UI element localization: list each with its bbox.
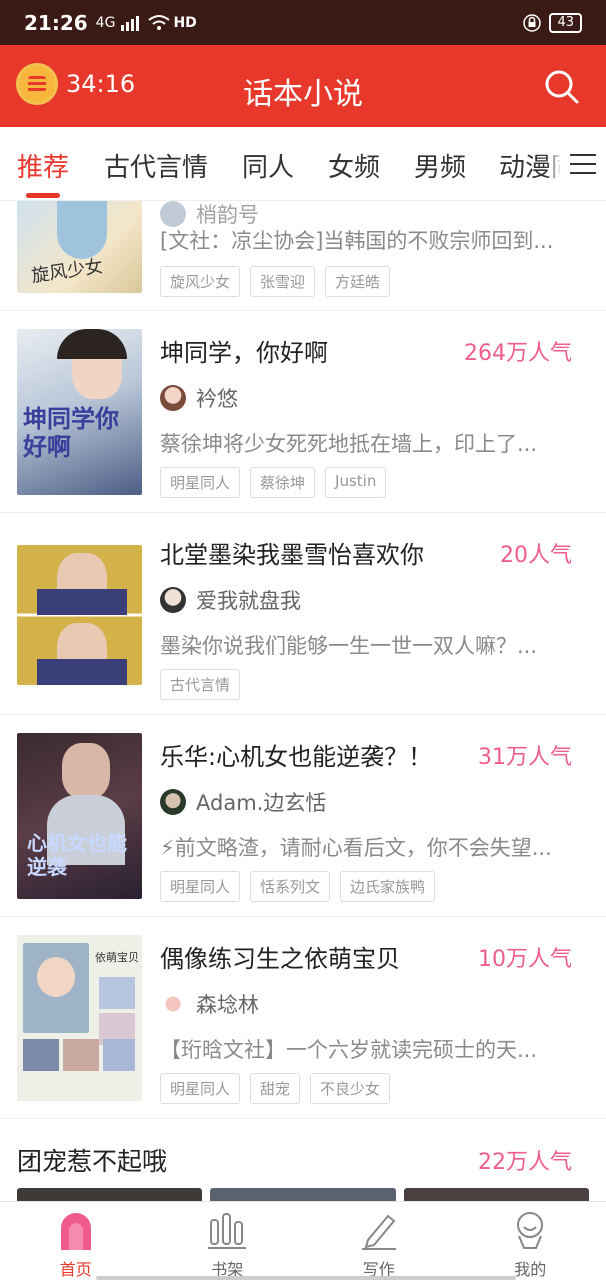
book-title[interactable]: 偶像练习生之依萌宝贝 bbox=[160, 939, 400, 974]
nav-home[interactable]: 首页 bbox=[0, 1202, 152, 1280]
book-author[interactable]: 森埝林 bbox=[160, 989, 259, 1019]
book-title[interactable]: 坤同学，你好啊 bbox=[160, 333, 328, 368]
book-popularity: 20人气 bbox=[500, 543, 572, 568]
category-tabs: 推荐 古代言情 同人 女频 男频 动漫同 bbox=[0, 127, 606, 201]
book-cover: 坤同学你好啊 bbox=[17, 329, 142, 495]
book-tags: 明星同人 恬系列文 边氏家族鸭 bbox=[160, 871, 436, 902]
tab-active-indicator bbox=[26, 193, 60, 198]
book-author[interactable]: 爱我就盘我 bbox=[160, 585, 301, 615]
bottom-nav: 首页 书架 写作 我的 bbox=[0, 1201, 606, 1280]
book-cover: 心机女也能逆袭 bbox=[17, 733, 142, 899]
nav-bookshelf[interactable]: 书架 bbox=[152, 1202, 304, 1280]
book-tags: 旋风少女 张雪迎 方廷皓 bbox=[160, 266, 391, 297]
app-title: 话本小说 bbox=[243, 77, 363, 112]
home-icon bbox=[60, 1213, 91, 1250]
author-avatar bbox=[160, 201, 186, 227]
book-tag[interactable]: 恬系列文 bbox=[250, 871, 331, 902]
book-tag[interactable]: 不良少女 bbox=[310, 1073, 391, 1104]
book-desc: 【珩晗文社】一个六岁就读完硕士的天... bbox=[160, 1038, 538, 1062]
signal-icon bbox=[121, 15, 140, 31]
featured-row[interactable]: 团宠惹不起哦 22万人气 bbox=[0, 1120, 606, 1208]
search-button[interactable] bbox=[542, 67, 582, 107]
book-tag[interactable]: 边氏家族鸭 bbox=[340, 871, 436, 902]
list-item[interactable]: 坤同学你好啊 坤同学，你好啊 264万人气 衿悠 蔡徐坤将少女死死地抵在墙上，印… bbox=[0, 311, 606, 513]
book-tag[interactable]: 旋风少女 bbox=[160, 266, 241, 297]
tab-female[interactable]: 女频 bbox=[328, 147, 380, 184]
book-cover: 旋风少女 bbox=[17, 201, 142, 293]
battery-indicator: 43 bbox=[549, 12, 582, 33]
book-tag[interactable]: 明星同人 bbox=[160, 467, 241, 498]
wifi-icon bbox=[148, 14, 171, 30]
search-icon bbox=[545, 70, 579, 104]
book-tag[interactable]: 甜宠 bbox=[250, 1073, 301, 1104]
book-author[interactable]: Adam.边玄恬 bbox=[160, 787, 326, 817]
book-tag[interactable]: Justin bbox=[325, 467, 387, 498]
book-cover bbox=[17, 545, 142, 685]
tabs-menu-button[interactable] bbox=[560, 127, 606, 200]
bookshelf-icon bbox=[208, 1213, 247, 1249]
book-desc: [文社：凉尘协会]当韩国的不败宗师回到... bbox=[160, 229, 554, 253]
author-avatar bbox=[160, 385, 186, 411]
book-title[interactable]: 乐华:心机女也能逆袭？！ bbox=[160, 737, 432, 772]
book-tags: 明星同人 甜宠 不良少女 bbox=[160, 1073, 391, 1104]
app-header: 34:16 话本小说 bbox=[0, 45, 606, 127]
book-tags: 明星同人 蔡徐坤 Justin bbox=[160, 467, 387, 498]
book-tag[interactable]: 张雪迎 bbox=[250, 266, 316, 297]
tab-fanfic[interactable]: 同人 bbox=[242, 147, 294, 184]
book-popularity: 264万人气 bbox=[464, 341, 572, 366]
list-item[interactable]: 依萌宝贝 偶像练习生之依萌宝贝 10万人气 森埝林 【珩晗文社】一个六岁就读完硕… bbox=[0, 917, 606, 1119]
nav-profile[interactable]: 我的 bbox=[455, 1202, 606, 1280]
tab-ancient-romance[interactable]: 古代言情 bbox=[104, 147, 208, 184]
book-list: 旋风少女 梢韵号 [文社：凉尘协会]当韩国的不败宗师回到... 旋风少女 张雪迎… bbox=[0, 201, 606, 1201]
book-popularity: 10万人气 bbox=[478, 947, 572, 972]
book-popularity: 31万人气 bbox=[478, 745, 572, 770]
profile-icon bbox=[517, 1212, 544, 1249]
tab-male[interactable]: 男频 bbox=[414, 147, 466, 184]
pencil-icon bbox=[361, 1214, 396, 1250]
book-title[interactable]: 北堂墨染我墨雪怡喜欢你 bbox=[160, 535, 424, 570]
lock-icon bbox=[523, 13, 542, 32]
book-tags: 古代言情 bbox=[160, 669, 241, 700]
nav-write[interactable]: 写作 bbox=[303, 1202, 455, 1280]
status-bar: 21:26 4G HD 43 bbox=[0, 0, 606, 45]
featured-popularity: 22万人气 bbox=[478, 1150, 572, 1175]
book-cover: 依萌宝贝 bbox=[17, 935, 142, 1101]
book-tag[interactable]: 方廷皓 bbox=[325, 266, 391, 297]
featured-title: 团宠惹不起哦 bbox=[17, 1147, 168, 1176]
list-item[interactable]: 北堂墨染我墨雪怡喜欢你 20人气 爱我就盘我 墨染你说我们能够一生一世一双人嘛？… bbox=[0, 513, 606, 715]
book-desc: ⚡前文略渣，请耐心看后文，你不会失望... bbox=[160, 836, 552, 860]
book-author[interactable]: 衿悠 bbox=[160, 383, 238, 413]
book-desc: 墨染你说我们能够一生一世一双人嘛？... bbox=[160, 634, 538, 658]
book-tag[interactable]: 古代言情 bbox=[160, 669, 241, 700]
book-desc: 蔡徐坤将少女死死地抵在墙上，印上了... bbox=[160, 432, 538, 456]
tab-recommend[interactable]: 推荐 bbox=[17, 147, 69, 184]
status-time: 21:26 bbox=[24, 10, 88, 35]
book-tag[interactable]: 蔡徐坤 bbox=[250, 467, 316, 498]
gesture-bar bbox=[96, 1276, 516, 1280]
network-label: 4G bbox=[95, 14, 116, 31]
author-avatar bbox=[160, 587, 186, 613]
list-item[interactable]: 旋风少女 梢韵号 [文社：凉尘协会]当韩国的不败宗师回到... 旋风少女 张雪迎… bbox=[0, 201, 606, 311]
author-avatar bbox=[160, 789, 186, 815]
book-tag[interactable]: 明星同人 bbox=[160, 1073, 241, 1104]
book-tag[interactable]: 明星同人 bbox=[160, 871, 241, 902]
hd-label: HD bbox=[173, 14, 197, 31]
author-avatar bbox=[160, 991, 186, 1017]
list-item[interactable]: 心机女也能逆袭 乐华:心机女也能逆袭？！ 31万人气 Adam.边玄恬 ⚡前文略… bbox=[0, 715, 606, 917]
